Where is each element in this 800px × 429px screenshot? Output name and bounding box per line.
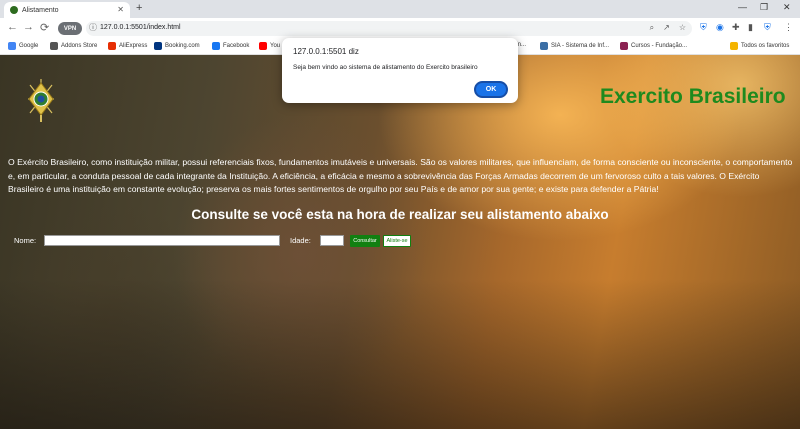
new-tab-button[interactable]: + [136,2,142,14]
reload-icon[interactable]: ⟳ [40,21,49,34]
browser-toolbar: ← → ⟳ VPN ⓘ 127.0.0.1:5501/index.html ⌕ … [0,18,800,39]
dialog-ok-button[interactable]: OK [474,81,508,98]
menu-kebab-icon[interactable]: ⋮ [784,22,793,33]
alert-dialog: 127.0.0.1:5501 diz Seja bem vindo ao sis… [282,38,518,103]
extension-blue-icon[interactable]: ◉ [716,22,724,33]
bookmark-item[interactable]: AliExpress [108,42,147,50]
share-icon[interactable]: ↗ [663,23,670,33]
bookmark-item[interactable]: Booking.com [154,42,200,50]
army-emblem-icon [28,79,54,122]
page-title: Exercito Brasileiro [600,85,786,108]
enlistment-form: Nome: Idade: Consultar Aliste-se [0,233,800,249]
extension-shield-icon[interactable]: ⛨ [700,22,707,33]
booking-icon [154,42,162,50]
bookmark-item[interactable]: SIA - Sistema de Inf... [540,42,609,50]
window-minimize-button[interactable]: — [738,2,747,12]
address-bar[interactable]: ⓘ 127.0.0.1:5501/index.html ⌕ ↗ ☆ [86,21,692,36]
bookmark-item[interactable]: Todos os favoritos [730,42,789,50]
forward-icon[interactable]: → [23,21,34,33]
vpn-badge[interactable]: VPN [58,22,82,35]
window-maximize-button[interactable]: ❐ [760,2,768,13]
tab-title: Alistamento [22,6,59,14]
nome-input[interactable] [44,235,280,246]
aliexpress-icon [108,42,116,50]
idade-input[interactable] [320,235,344,246]
google-icon [8,42,16,50]
nome-label: Nome: [14,236,37,245]
side-panel-icon[interactable]: ▮ [748,22,753,33]
tab-favicon-icon [10,6,18,14]
bookmark-star-icon[interactable]: ☆ [679,23,686,33]
cursos-icon [620,42,628,50]
folder-icon [730,42,738,50]
page-viewport: Exercito Brasileiro O Exército Brasileir… [0,55,800,429]
enlistment-headline: Consulte se você esta na hora de realiza… [191,207,609,222]
zoom-icon[interactable]: ⌕ [650,23,654,33]
browser-tab[interactable]: Alistamento ✕ [4,2,130,18]
addons-icon [50,42,58,50]
tab-close-icon[interactable]: ✕ [117,5,124,14]
bookmark-item[interactable]: Google [8,42,38,50]
tab-strip: Alistamento ✕ + — ❐ ✕ [0,0,800,18]
bookmark-item[interactable]: Facebook [212,42,249,50]
intro-paragraph: O Exército Brasileiro, como instituição … [8,157,793,194]
sia-icon [540,42,548,50]
bookmark-item[interactable]: You [259,42,280,50]
consultar-button[interactable]: Consultar [350,235,380,247]
url-text: 127.0.0.1:5501/index.html [100,24,181,31]
aliste-se-button[interactable]: Aliste-se [383,235,411,247]
site-info-icon[interactable]: ⓘ [89,22,97,33]
bookmark-item[interactable]: Cursos - Fundação... [620,42,687,50]
dialog-title: 127.0.0.1:5501 diz [293,47,359,56]
window-close-button[interactable]: ✕ [783,2,791,13]
dialog-message: Seja bem vindo ao sistema de alistamento… [293,64,478,71]
security-shield-icon[interactable]: ⛨ [764,22,771,33]
back-icon[interactable]: ← [7,21,18,33]
extensions-puzzle-icon[interactable]: ✚ [732,22,740,33]
idade-label: Idade: [290,236,311,245]
youtube-icon [259,42,267,50]
bookmark-item[interactable]: Addons Store [50,42,97,50]
facebook-icon [212,42,220,50]
